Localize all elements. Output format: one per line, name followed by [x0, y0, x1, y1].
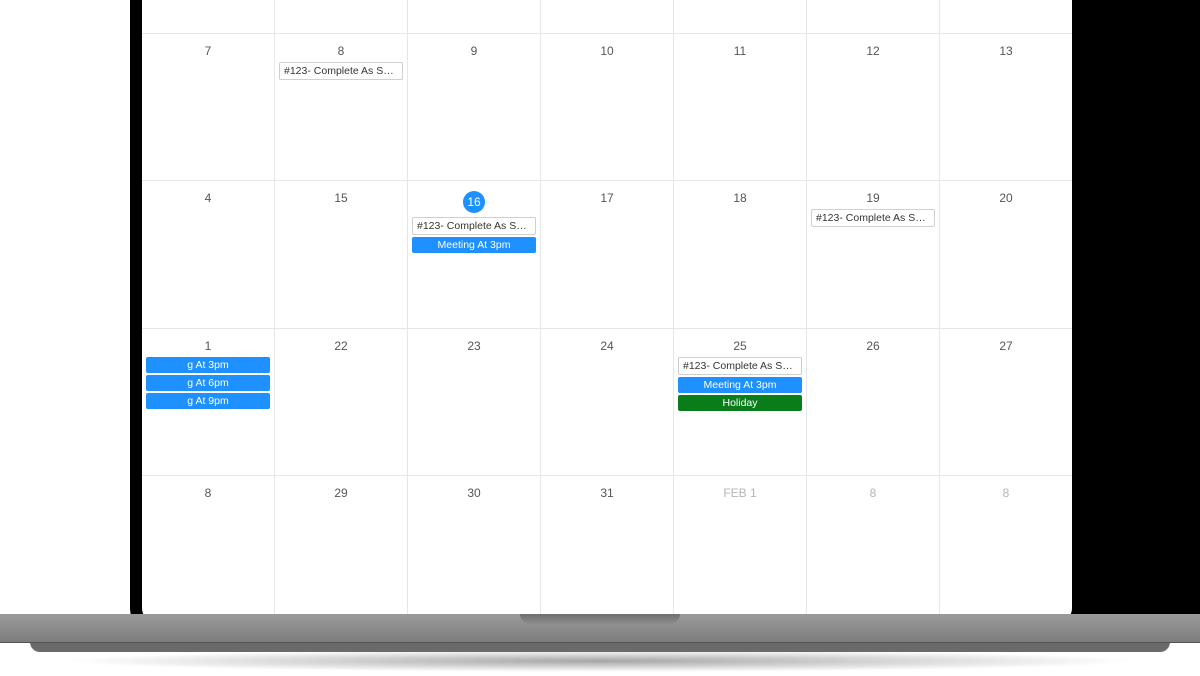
day-number: 27: [944, 331, 1068, 357]
frame-right-black: [1070, 0, 1200, 614]
meeting-event[interactable]: Meeting At 3pm: [678, 377, 802, 393]
calendar-cell[interactable]: 1: [275, 0, 408, 33]
calendar-cell[interactable]: 17: [541, 181, 674, 327]
calendar-cell[interactable]: 18: [674, 181, 807, 327]
day-number: 9: [412, 36, 536, 62]
day-number: 23: [412, 331, 536, 357]
calendar-cell[interactable]: 4: [674, 0, 807, 33]
laptop-shadow: [60, 650, 1140, 672]
calendar-cell[interactable]: 5#123- Complete As Soon As...#123- Compl…: [807, 0, 940, 33]
calendar-cell[interactable]: 22: [275, 329, 408, 475]
calendar-cell[interactable]: 3: [541, 0, 674, 33]
day-number: 22: [279, 331, 403, 357]
calendar-cell[interactable]: 15: [275, 181, 408, 327]
calendar-cell[interactable]: 8: [142, 476, 275, 622]
calendar-cell[interactable]: 24: [541, 329, 674, 475]
day-number: FEB 1: [678, 478, 802, 504]
events-list: #123- Complete As Soon As...: [811, 209, 935, 227]
calendar-cell[interactable]: 8: [940, 476, 1072, 622]
calendar-cell[interactable]: 10: [541, 34, 674, 180]
meeting-event[interactable]: g At 6pm: [146, 375, 270, 391]
laptop-frame: JNMONTUEWEDTHUFRISA 12345#123- Complete …: [130, 0, 1084, 634]
calendar-cell[interactable]: [142, 0, 275, 33]
day-number: 20: [944, 183, 1068, 209]
calendar-row: 8293031FEB 188: [142, 476, 1072, 622]
day-number: 1: [146, 331, 270, 357]
meeting-event[interactable]: Meeting At 3pm: [412, 237, 536, 253]
day-number: 13: [944, 36, 1068, 62]
calendar-cell[interactable]: 23: [408, 329, 541, 475]
calendar-cell[interactable]: 20: [940, 181, 1072, 327]
day-number: 19: [811, 183, 935, 209]
calendar-cell[interactable]: FEB 1: [674, 476, 807, 622]
record-event[interactable]: #123- Complete As Soon As...: [678, 357, 802, 375]
calendar-cell[interactable]: 7: [142, 34, 275, 180]
calendar-row: 1g At 3pmg At 6pmg At 9pm22232425#123- C…: [142, 329, 1072, 476]
today-marker: 16: [412, 183, 536, 217]
day-number: 25: [678, 331, 802, 357]
meeting-event[interactable]: g At 3pm: [146, 357, 270, 373]
calendar-cell[interactable]: 9: [408, 34, 541, 180]
calendar-cell[interactable]: 8#123- Complete As Soon As...: [275, 34, 408, 180]
day-number: 7: [146, 36, 270, 62]
calendar-cell[interactable]: 6: [940, 0, 1072, 33]
calendar-cell[interactable]: 31: [541, 476, 674, 622]
day-number: 31: [545, 478, 669, 504]
day-number: 24: [545, 331, 669, 357]
day-number: 8: [279, 36, 403, 62]
record-event[interactable]: #123- Complete As Soon As...: [412, 217, 536, 235]
meeting-event[interactable]: g At 9pm: [146, 393, 270, 409]
calendar-cell[interactable]: 8: [807, 476, 940, 622]
calendar: JNMONTUEWEDTHUFRISA 12345#123- Complete …: [142, 0, 1072, 622]
laptop-base: [0, 614, 1200, 643]
day-number: 12: [811, 36, 935, 62]
calendar-cell[interactable]: 19#123- Complete As Soon As...: [807, 181, 940, 327]
day-number: 8: [146, 478, 270, 504]
events-list: #123- Complete As Soon As... Meeting At 3…: [678, 357, 802, 411]
calendar-row: 41516#123- Complete As Soon As...Meeting…: [142, 181, 1072, 328]
calendar-row: 12345#123- Complete As Soon As...#123- C…: [142, 0, 1072, 34]
day-number: 4: [146, 183, 270, 209]
calendar-cell[interactable]: 26: [807, 329, 940, 475]
day-number: 11: [678, 36, 802, 62]
calendar-cell[interactable]: 12: [807, 34, 940, 180]
holiday-event[interactable]: Holiday: [678, 395, 802, 411]
day-number: 10: [545, 36, 669, 62]
calendar-row: 78#123- Complete As Soon As...910111213: [142, 34, 1072, 181]
calendar-cell[interactable]: 1g At 3pm g At 6pm g At 9pm: [142, 329, 275, 475]
screen: JNMONTUEWEDTHUFRISA 12345#123- Complete …: [142, 0, 1072, 622]
stage: JNMONTUEWEDTHUFRISA 12345#123- Complete …: [0, 0, 1200, 676]
events-list: #123- Complete As Soon As...: [279, 62, 403, 80]
calendar-cell[interactable]: 16#123- Complete As Soon As... Meeting At…: [408, 181, 541, 327]
day-number: 8: [811, 478, 935, 504]
day-number: 18: [678, 183, 802, 209]
day-number: 17: [545, 183, 669, 209]
calendar-cell[interactable]: 2: [408, 0, 541, 33]
events-list: g At 3pm g At 6pm g At 9pm: [146, 357, 270, 409]
laptop-foot: [30, 642, 1170, 652]
calendar-cell[interactable]: 30: [408, 476, 541, 622]
calendar-cell[interactable]: 11: [674, 34, 807, 180]
day-number: 29: [279, 478, 403, 504]
calendar-cell[interactable]: 13: [940, 34, 1072, 180]
calendar-cell[interactable]: 29: [275, 476, 408, 622]
day-number: 26: [811, 331, 935, 357]
record-event[interactable]: #123- Complete As Soon As...: [811, 209, 935, 227]
day-number: 30: [412, 478, 536, 504]
events-list: #123- Complete As Soon As... Meeting At 3…: [412, 217, 536, 253]
day-number: 8: [944, 478, 1068, 504]
calendar-cell[interactable]: 4: [142, 181, 275, 327]
calendar-cell[interactable]: 25#123- Complete As Soon As... Meeting At…: [674, 329, 807, 475]
day-number: 15: [279, 183, 403, 209]
calendar-grid: 12345#123- Complete As Soon As...#123- C…: [142, 0, 1072, 622]
record-event[interactable]: #123- Complete As Soon As...: [279, 62, 403, 80]
calendar-cell[interactable]: 27: [940, 329, 1072, 475]
